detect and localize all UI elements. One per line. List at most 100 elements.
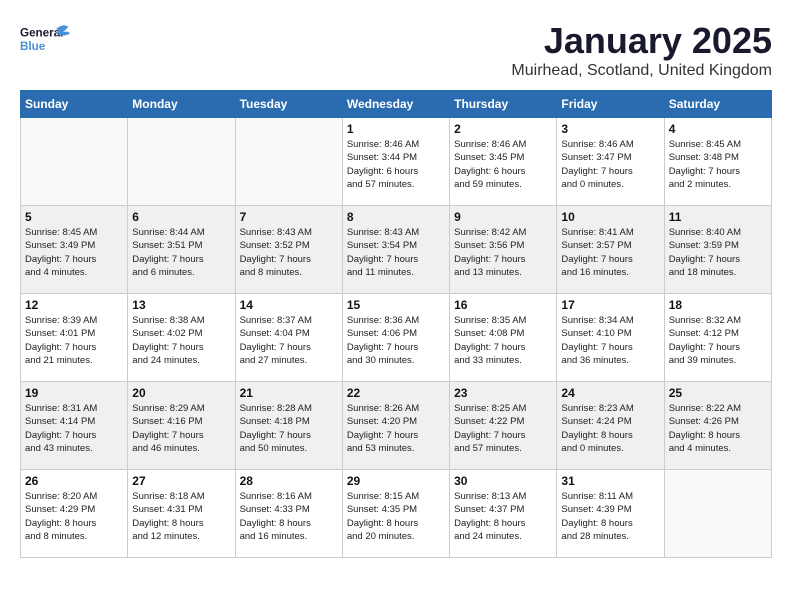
calendar-cell: 20 Sunrise: 8:29 AM Sunset: 4:16 PM Dayli…	[128, 382, 235, 470]
calendar-cell: 10 Sunrise: 8:41 AM Sunset: 3:57 PM Dayli…	[557, 206, 664, 294]
day-info: Sunrise: 8:15 AM Sunset: 4:35 PM Dayligh…	[347, 490, 445, 543]
day-info: Sunrise: 8:29 AM Sunset: 4:16 PM Dayligh…	[132, 402, 230, 455]
day-info: Sunrise: 8:46 AM Sunset: 3:47 PM Dayligh…	[561, 138, 659, 191]
header-day-thursday: Thursday	[450, 91, 557, 118]
header-day-friday: Friday	[557, 91, 664, 118]
day-info: Sunrise: 8:38 AM Sunset: 4:02 PM Dayligh…	[132, 314, 230, 367]
day-info: Sunrise: 8:41 AM Sunset: 3:57 PM Dayligh…	[561, 226, 659, 279]
logo: General Blue	[20, 20, 70, 60]
calendar-cell: 9Sunrise: 8:42 AM Sunset: 3:56 PM Daylig…	[450, 206, 557, 294]
day-number: 6	[132, 210, 230, 224]
day-number: 22	[347, 386, 445, 400]
day-number: 25	[669, 386, 767, 400]
calendar-cell: 7 Sunrise: 8:43 AM Sunset: 3:52 PM Daylig…	[235, 206, 342, 294]
calendar-table: SundayMondayTuesdayWednesdayThursdayFrid…	[20, 90, 772, 558]
day-number: 19	[25, 386, 123, 400]
day-number: 16	[454, 298, 552, 312]
day-info: Sunrise: 8:35 AM Sunset: 4:08 PM Dayligh…	[454, 314, 552, 367]
day-number: 12	[25, 298, 123, 312]
calendar-cell	[664, 470, 771, 558]
week-row-4: 19Sunrise: 8:31 AM Sunset: 4:14 PM Dayli…	[21, 382, 772, 470]
day-info: Sunrise: 8:45 AM Sunset: 3:49 PM Dayligh…	[25, 226, 123, 279]
week-row-1: 1Sunrise: 8:46 AM Sunset: 3:44 PM Daylig…	[21, 118, 772, 206]
day-number: 14	[240, 298, 338, 312]
calendar-cell: 27 Sunrise: 8:18 AM Sunset: 4:31 PM Dayli…	[128, 470, 235, 558]
day-number: 21	[240, 386, 338, 400]
day-info: Sunrise: 8:18 AM Sunset: 4:31 PM Dayligh…	[132, 490, 230, 543]
day-number: 5	[25, 210, 123, 224]
day-number: 31	[561, 474, 659, 488]
calendar-title: January 2025	[511, 20, 772, 62]
calendar-cell: 2 Sunrise: 8:46 AM Sunset: 3:45 PM Daylig…	[450, 118, 557, 206]
week-row-3: 12 Sunrise: 8:39 AM Sunset: 4:01 PM Dayli…	[21, 294, 772, 382]
calendar-cell: 11Sunrise: 8:40 AM Sunset: 3:59 PM Dayli…	[664, 206, 771, 294]
header-day-sunday: Sunday	[21, 91, 128, 118]
day-info: Sunrise: 8:46 AM Sunset: 3:44 PM Dayligh…	[347, 138, 445, 191]
day-info: Sunrise: 8:42 AM Sunset: 3:56 PM Dayligh…	[454, 226, 552, 279]
calendar-cell: 8Sunrise: 8:43 AM Sunset: 3:54 PM Daylig…	[342, 206, 449, 294]
day-number: 13	[132, 298, 230, 312]
day-info: Sunrise: 8:22 AM Sunset: 4:26 PM Dayligh…	[669, 402, 767, 455]
day-info: Sunrise: 8:28 AM Sunset: 4:18 PM Dayligh…	[240, 402, 338, 455]
calendar-cell: 14 Sunrise: 8:37 AM Sunset: 4:04 PM Dayli…	[235, 294, 342, 382]
day-info: Sunrise: 8:26 AM Sunset: 4:20 PM Dayligh…	[347, 402, 445, 455]
calendar-cell: 23 Sunrise: 8:25 AM Sunset: 4:22 PM Dayli…	[450, 382, 557, 470]
day-info: Sunrise: 8:44 AM Sunset: 3:51 PM Dayligh…	[132, 226, 230, 279]
calendar-cell: 28Sunrise: 8:16 AM Sunset: 4:33 PM Dayli…	[235, 470, 342, 558]
day-info: Sunrise: 8:36 AM Sunset: 4:06 PM Dayligh…	[347, 314, 445, 367]
day-info: Sunrise: 8:37 AM Sunset: 4:04 PM Dayligh…	[240, 314, 338, 367]
day-number: 24	[561, 386, 659, 400]
day-number: 11	[669, 210, 767, 224]
day-number: 10	[561, 210, 659, 224]
calendar-cell	[128, 118, 235, 206]
calendar-cell	[235, 118, 342, 206]
calendar-cell: 12 Sunrise: 8:39 AM Sunset: 4:01 PM Dayli…	[21, 294, 128, 382]
day-number: 27	[132, 474, 230, 488]
day-info: Sunrise: 8:13 AM Sunset: 4:37 PM Dayligh…	[454, 490, 552, 543]
calendar-cell: 13 Sunrise: 8:38 AM Sunset: 4:02 PM Dayli…	[128, 294, 235, 382]
day-info: Sunrise: 8:34 AM Sunset: 4:10 PM Dayligh…	[561, 314, 659, 367]
day-number: 20	[132, 386, 230, 400]
day-info: Sunrise: 8:45 AM Sunset: 3:48 PM Dayligh…	[669, 138, 767, 191]
day-number: 26	[25, 474, 123, 488]
calendar-cell: 24 Sunrise: 8:23 AM Sunset: 4:24 PM Dayli…	[557, 382, 664, 470]
day-info: Sunrise: 8:20 AM Sunset: 4:29 PM Dayligh…	[25, 490, 123, 543]
day-number: 3	[561, 122, 659, 136]
day-number: 18	[669, 298, 767, 312]
header-day-saturday: Saturday	[664, 91, 771, 118]
calendar-cell: 18 Sunrise: 8:32 AM Sunset: 4:12 PM Dayli…	[664, 294, 771, 382]
day-info: Sunrise: 8:25 AM Sunset: 4:22 PM Dayligh…	[454, 402, 552, 455]
day-info: Sunrise: 8:23 AM Sunset: 4:24 PM Dayligh…	[561, 402, 659, 455]
day-info: Sunrise: 8:39 AM Sunset: 4:01 PM Dayligh…	[25, 314, 123, 367]
calendar-cell: 30 Sunrise: 8:13 AM Sunset: 4:37 PM Dayli…	[450, 470, 557, 558]
page-header: General Blue January 2025 Muirhead, Scot…	[20, 20, 772, 80]
header-day-monday: Monday	[128, 91, 235, 118]
calendar-cell: 29Sunrise: 8:15 AM Sunset: 4:35 PM Dayli…	[342, 470, 449, 558]
calendar-cell: 26 Sunrise: 8:20 AM Sunset: 4:29 PM Dayli…	[21, 470, 128, 558]
title-block: January 2025 Muirhead, Scotland, United …	[511, 20, 772, 80]
calendar-cell: 17 Sunrise: 8:34 AM Sunset: 4:10 PM Dayli…	[557, 294, 664, 382]
calendar-cell	[21, 118, 128, 206]
day-number: 8	[347, 210, 445, 224]
day-number: 30	[454, 474, 552, 488]
day-info: Sunrise: 8:16 AM Sunset: 4:33 PM Dayligh…	[240, 490, 338, 543]
calendar-subtitle: Muirhead, Scotland, United Kingdom	[511, 62, 772, 80]
svg-text:Blue: Blue	[20, 40, 46, 53]
header-day-tuesday: Tuesday	[235, 91, 342, 118]
day-info: Sunrise: 8:46 AM Sunset: 3:45 PM Dayligh…	[454, 138, 552, 191]
day-number: 17	[561, 298, 659, 312]
day-number: 7	[240, 210, 338, 224]
calendar-cell: 5 Sunrise: 8:45 AM Sunset: 3:49 PM Daylig…	[21, 206, 128, 294]
day-info: Sunrise: 8:32 AM Sunset: 4:12 PM Dayligh…	[669, 314, 767, 367]
day-number: 4	[669, 122, 767, 136]
day-number: 23	[454, 386, 552, 400]
logo-icon: General Blue	[20, 20, 70, 60]
day-info: Sunrise: 8:43 AM Sunset: 3:52 PM Dayligh…	[240, 226, 338, 279]
week-row-2: 5 Sunrise: 8:45 AM Sunset: 3:49 PM Daylig…	[21, 206, 772, 294]
day-number: 15	[347, 298, 445, 312]
calendar-cell: 16 Sunrise: 8:35 AM Sunset: 4:08 PM Dayli…	[450, 294, 557, 382]
day-number: 2	[454, 122, 552, 136]
calendar-cell: 19Sunrise: 8:31 AM Sunset: 4:14 PM Dayli…	[21, 382, 128, 470]
day-info: Sunrise: 8:11 AM Sunset: 4:39 PM Dayligh…	[561, 490, 659, 543]
calendar-cell: 1Sunrise: 8:46 AM Sunset: 3:44 PM Daylig…	[342, 118, 449, 206]
